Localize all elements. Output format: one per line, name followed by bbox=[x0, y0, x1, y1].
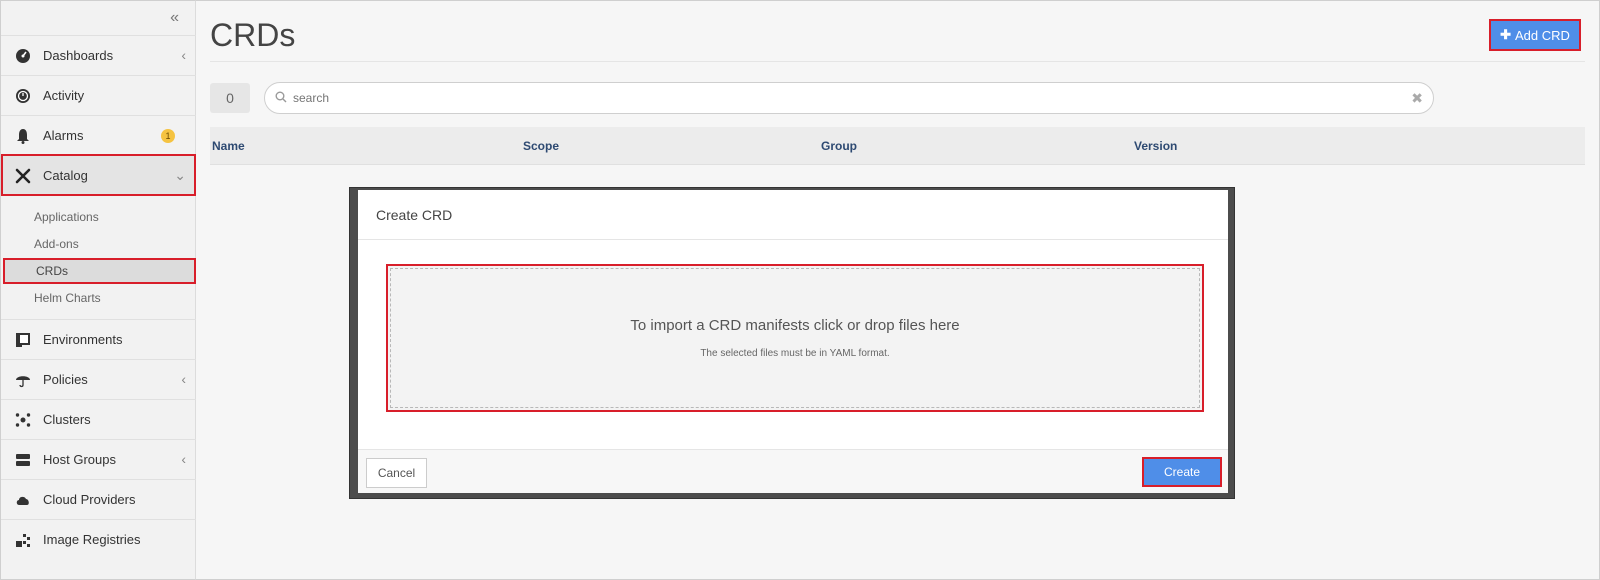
dashboard-icon bbox=[13, 46, 33, 66]
umbrella-icon bbox=[13, 370, 33, 390]
column-header-scope[interactable]: Scope bbox=[523, 139, 559, 153]
sidebar-item-label: Policies bbox=[43, 372, 88, 387]
column-header-group[interactable]: Group bbox=[821, 139, 857, 153]
sidebar-item-image-registries[interactable]: Image Registries bbox=[1, 519, 196, 559]
sidebar-subitem-addons[interactable]: Add-ons bbox=[1, 231, 196, 257]
table-header: Name Scope Group Version bbox=[210, 127, 1585, 165]
sidebar-item-label: Host Groups bbox=[43, 452, 116, 467]
server-icon bbox=[13, 450, 33, 470]
dropzone-dashed-border bbox=[390, 268, 1200, 408]
sidebar-item-dashboards[interactable]: Dashboards ‹ bbox=[1, 35, 196, 75]
dropzone-title: To import a CRD manifests click or drop … bbox=[630, 317, 960, 334]
sidebar-item-alarms[interactable]: Alarms 1 bbox=[1, 115, 196, 155]
catalog-icon bbox=[13, 166, 33, 186]
sidebar-subitem-helm-charts[interactable]: Helm Charts bbox=[1, 285, 196, 311]
divider bbox=[210, 61, 1585, 62]
sidebar-subitem-crds[interactable]: CRDs bbox=[3, 258, 196, 284]
sidebar: « Dashboards ‹ Activity Alarms 1 Catalog… bbox=[0, 0, 196, 580]
plus-icon: ✚ bbox=[1500, 27, 1511, 42]
sidebar-item-cloud-providers[interactable]: Cloud Providers bbox=[1, 479, 196, 519]
sidebar-item-label: Activity bbox=[43, 88, 85, 103]
chevron-left-icon: ‹ bbox=[181, 371, 186, 387]
column-header-name[interactable]: Name bbox=[212, 139, 245, 153]
column-header-version[interactable]: Version bbox=[1134, 139, 1177, 153]
sidebar-item-host-groups[interactable]: Host Groups ‹ bbox=[1, 439, 196, 479]
sidebar-item-label: Cloud Providers bbox=[43, 492, 136, 507]
activity-icon bbox=[13, 86, 33, 106]
sidebar-item-label: Image Registries bbox=[43, 532, 141, 547]
page-title: CRDs bbox=[210, 17, 296, 53]
dialog-footer: Cancel Create bbox=[358, 449, 1228, 493]
cloud-icon bbox=[13, 490, 33, 510]
search-input[interactable] bbox=[293, 91, 1373, 105]
add-crd-label: Add CRD bbox=[1514, 27, 1570, 43]
clusters-icon bbox=[13, 410, 33, 430]
add-crd-button[interactable]: ✚ Add CRD bbox=[1489, 19, 1581, 51]
modal-backdrop: Create CRD To import a CRD manifests cli… bbox=[349, 187, 1235, 499]
dialog-title: Create CRD bbox=[358, 190, 1228, 240]
create-button[interactable]: Create bbox=[1142, 457, 1222, 487]
environments-icon bbox=[13, 330, 33, 350]
dropzone-hint: The selected files must be in YAML forma… bbox=[700, 348, 890, 359]
sidebar-item-label: Clusters bbox=[43, 412, 91, 427]
search-bar: ✖ bbox=[264, 82, 1434, 114]
sidebar-item-label: Catalog bbox=[43, 168, 88, 183]
create-crd-dialog: Create CRD To import a CRD manifests cli… bbox=[358, 190, 1228, 493]
sidebar-item-clusters[interactable]: Clusters bbox=[1, 399, 196, 439]
file-dropzone[interactable]: To import a CRD manifests click or drop … bbox=[386, 264, 1204, 412]
chevron-left-icon: ‹ bbox=[181, 47, 186, 63]
sidebar-item-label: Environments bbox=[43, 332, 123, 347]
search-icon bbox=[275, 91, 287, 106]
bell-icon bbox=[13, 126, 33, 146]
sidebar-item-environments[interactable]: Environments bbox=[1, 319, 196, 359]
sidebar-item-policies[interactable]: Policies ‹ bbox=[1, 359, 196, 399]
chevron-down-icon: ⌄ bbox=[174, 167, 186, 183]
sidebar-item-activity[interactable]: Activity bbox=[1, 75, 196, 115]
chevron-left-icon: ‹ bbox=[181, 451, 186, 467]
cancel-button[interactable]: Cancel bbox=[366, 458, 427, 488]
clear-search-icon[interactable]: ✖ bbox=[1411, 90, 1423, 107]
registry-icon bbox=[13, 530, 33, 550]
alarm-count-badge: 1 bbox=[161, 129, 175, 143]
sidebar-item-catalog[interactable]: Catalog ⌄ bbox=[1, 154, 196, 196]
result-count: 0 bbox=[210, 83, 250, 113]
sidebar-item-label: Alarms bbox=[43, 128, 84, 143]
sidebar-item-label: Dashboards bbox=[43, 48, 114, 63]
sidebar-subitem-applications[interactable]: Applications bbox=[1, 204, 196, 230]
collapse-sidebar-icon[interactable]: « bbox=[170, 9, 179, 27]
